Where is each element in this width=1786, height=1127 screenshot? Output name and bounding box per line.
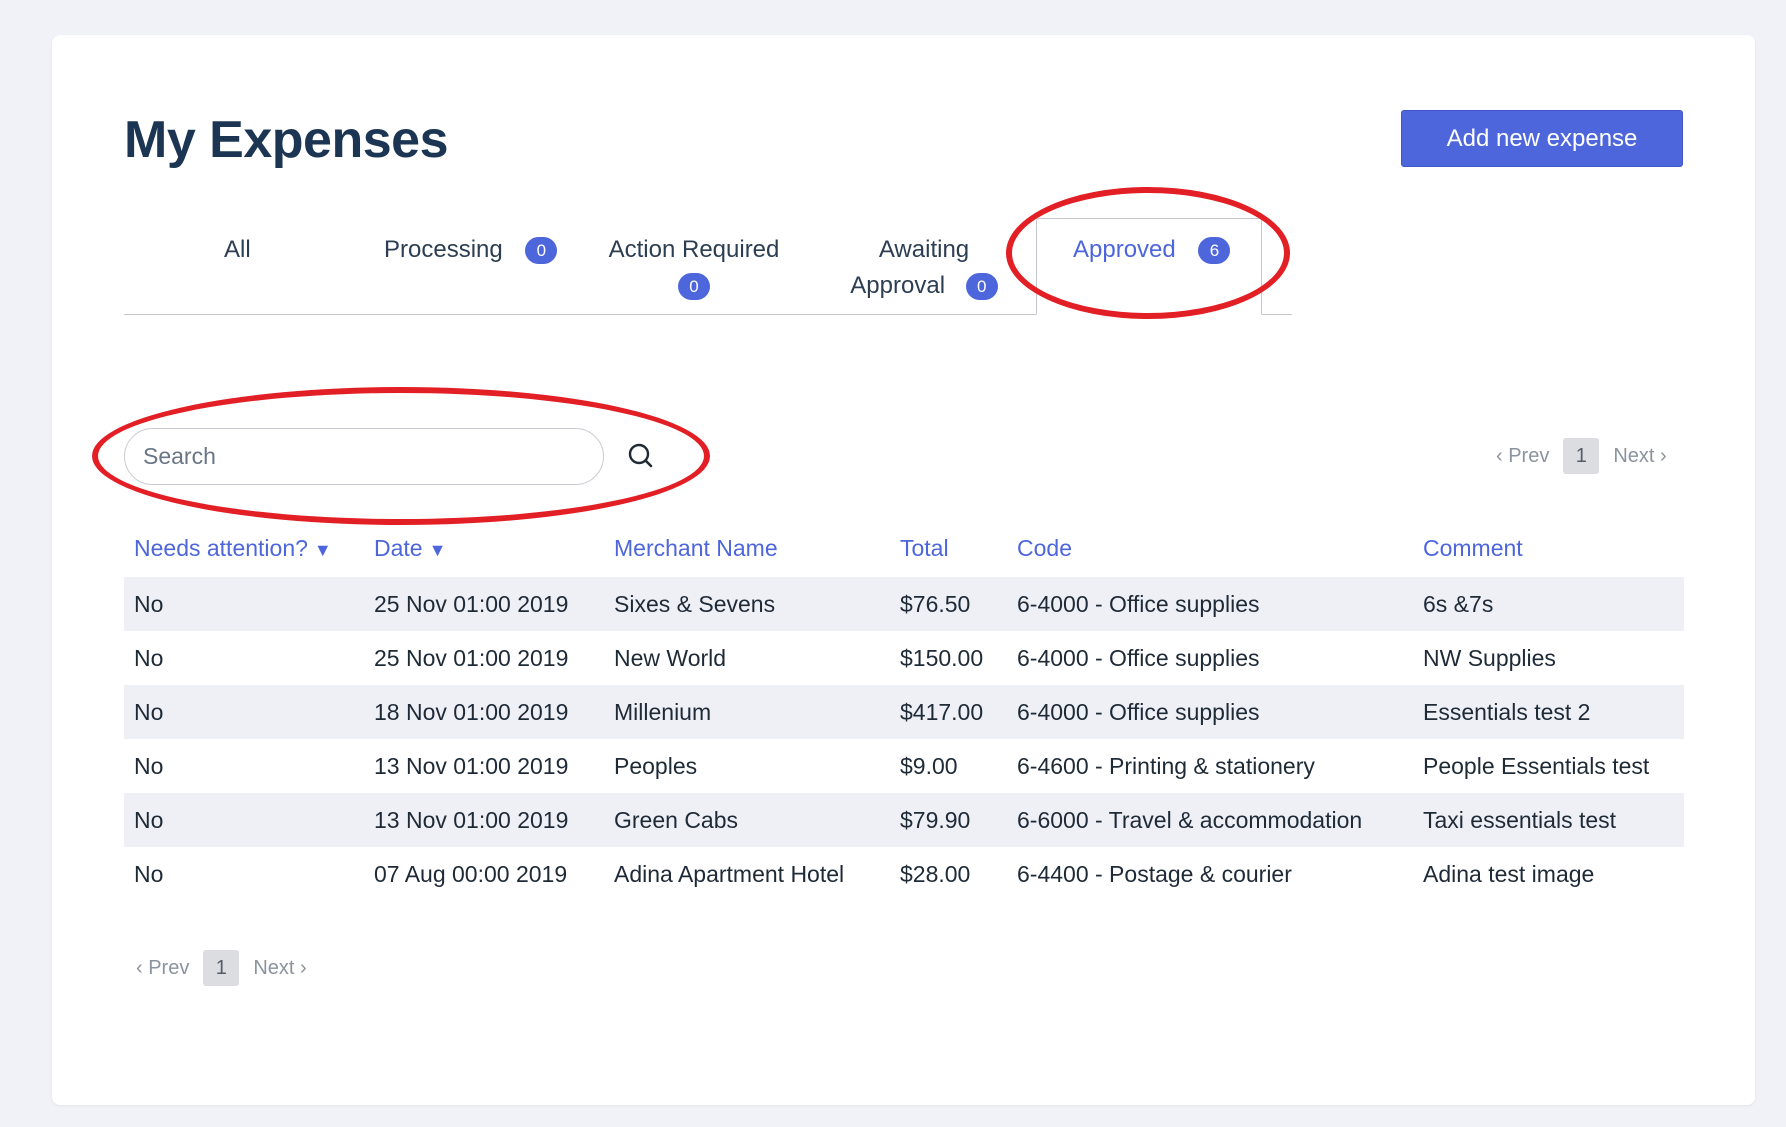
cell-date: 07 Aug 00:00 2019 xyxy=(374,860,568,887)
add-new-expense-button[interactable]: Add new expense xyxy=(1401,110,1683,167)
table-row[interactable]: No 13 Nov 01:00 2019 Peoples $9.00 6-460… xyxy=(124,739,1684,793)
tab-label: Action Required xyxy=(608,236,780,263)
cell-comment: Adina test image xyxy=(1423,860,1595,887)
column-header-merchant[interactable]: Merchant Name xyxy=(604,520,890,577)
tab-label-line1: Awaiting xyxy=(878,236,970,263)
tab-all[interactable]: All xyxy=(224,232,251,268)
tab-approved[interactable]: Approved 6 xyxy=(1036,218,1262,315)
count-badge: 0 xyxy=(678,273,710,301)
cell-needs-attention: No xyxy=(134,860,164,887)
cell-merchant: New World xyxy=(614,644,727,671)
page-title: My Expenses xyxy=(124,111,449,169)
cell-date: 18 Nov 01:00 2019 xyxy=(364,685,604,739)
search-input[interactable] xyxy=(124,428,604,485)
table-row[interactable]: No 13 Nov 01:00 2019 Green Cabs $79.90 6… xyxy=(124,793,1684,847)
prev-page-link[interactable]: ‹ Prev xyxy=(136,957,189,980)
cell-comment: Taxi essentials test xyxy=(1413,793,1684,847)
next-page-link[interactable]: Next › xyxy=(253,957,306,980)
cell-needs-attention: No xyxy=(134,752,164,779)
cell-merchant: Millenium xyxy=(604,685,890,739)
cell-total: $9.00 xyxy=(900,752,958,779)
cell-code: 6-4600 - Printing & stationery xyxy=(1017,752,1315,779)
table-row[interactable]: No 25 Nov 01:00 2019 New World $150.00 6… xyxy=(124,631,1684,685)
sort-down-icon: ▼ xyxy=(428,540,447,560)
cell-date: 25 Nov 01:00 2019 xyxy=(364,577,604,631)
cell-total: $28.00 xyxy=(900,860,971,887)
page: My Expenses Add new expense All Processi… xyxy=(0,0,1786,1127)
cell-total: $417.00 xyxy=(890,685,1007,739)
table-row[interactable]: No 07 Aug 00:00 2019 Adina Apartment Hot… xyxy=(124,847,1684,901)
tab-label: Approved xyxy=(1073,236,1176,263)
tabs-underline-right xyxy=(1262,314,1292,315)
search-icon xyxy=(628,443,653,468)
tab-awaiting-approval[interactable]: Awaiting Approval 0 xyxy=(844,232,1004,304)
cell-total: $76.50 xyxy=(890,577,1007,631)
tab-approved-content: Approved 6 xyxy=(1073,232,1231,268)
tab-action-required[interactable]: Action Required 0 xyxy=(608,232,780,304)
column-header-code[interactable]: Code xyxy=(1007,520,1413,577)
cell-code: 6-4000 - Office supplies xyxy=(1007,577,1413,631)
cell-needs-attention: No xyxy=(124,685,364,739)
cell-code: 6-4000 - Office supplies xyxy=(1007,685,1413,739)
cell-comment: NW Supplies xyxy=(1423,644,1556,671)
next-page-link[interactable]: Next › xyxy=(1613,445,1666,468)
tab-label-line2: Approval xyxy=(850,272,946,299)
cell-date: 25 Nov 01:00 2019 xyxy=(374,644,569,671)
cell-merchant: Sixes & Sevens xyxy=(604,577,890,631)
prev-page-link[interactable]: ‹ Prev xyxy=(1496,445,1549,468)
cell-code: 6-4000 - Office supplies xyxy=(1017,644,1260,671)
count-badge: 6 xyxy=(1198,237,1231,265)
cell-needs-attention: No xyxy=(134,644,164,671)
expenses-table: Needs attention? ▼ Date ▼ Merchant Name To… xyxy=(124,520,1684,901)
tab-label: All xyxy=(224,236,251,263)
sort-down-icon: ▼ xyxy=(313,540,332,560)
cell-date: 13 Nov 01:00 2019 xyxy=(364,793,604,847)
cell-merchant: Adina Apartment Hotel xyxy=(614,860,845,887)
tab-processing[interactable]: Processing 0 xyxy=(384,232,558,268)
page-number-button[interactable]: 1 xyxy=(1563,438,1600,474)
cell-code: 6-6000 - Travel & accommodation xyxy=(1007,793,1413,847)
column-header-total[interactable]: Total xyxy=(890,520,1007,577)
count-badge: 0 xyxy=(965,273,998,301)
cell-comment: People Essentials test xyxy=(1423,752,1650,779)
search-button[interactable] xyxy=(621,436,661,476)
cell-total: $150.00 xyxy=(900,644,984,671)
cell-date: 13 Nov 01:00 2019 xyxy=(374,752,569,779)
cell-merchant: Peoples xyxy=(614,752,698,779)
cell-code: 6-4400 - Postage & courier xyxy=(1017,860,1292,887)
cell-comment: Essentials test 2 xyxy=(1413,685,1684,739)
pager-bottom: ‹ Prev 1 Next › xyxy=(136,950,307,986)
pager-top: ‹ Prev 1 Next › xyxy=(1496,438,1667,474)
column-header-date[interactable]: Date ▼ xyxy=(364,520,604,577)
tab-label: Processing xyxy=(384,236,503,263)
table-row[interactable]: No 18 Nov 01:00 2019 Millenium $417.00 6… xyxy=(124,685,1684,739)
column-header-needs-attention[interactable]: Needs attention? ▼ xyxy=(124,520,364,577)
count-badge: 0 xyxy=(525,237,558,265)
cell-merchant: Green Cabs xyxy=(604,793,890,847)
cell-needs-attention: No xyxy=(124,577,364,631)
cell-comment: 6s &7s xyxy=(1413,577,1684,631)
table-row[interactable]: No 25 Nov 01:00 2019 Sixes & Sevens $76.… xyxy=(124,577,1684,631)
page-number-button[interactable]: 1 xyxy=(203,950,240,986)
cell-needs-attention: No xyxy=(124,793,364,847)
tabs-underline xyxy=(124,314,1036,315)
table-header-row: Needs attention? ▼ Date ▼ Merchant Name To… xyxy=(124,520,1684,577)
column-header-comment[interactable]: Comment xyxy=(1413,520,1684,577)
cell-total: $79.90 xyxy=(890,793,1007,847)
